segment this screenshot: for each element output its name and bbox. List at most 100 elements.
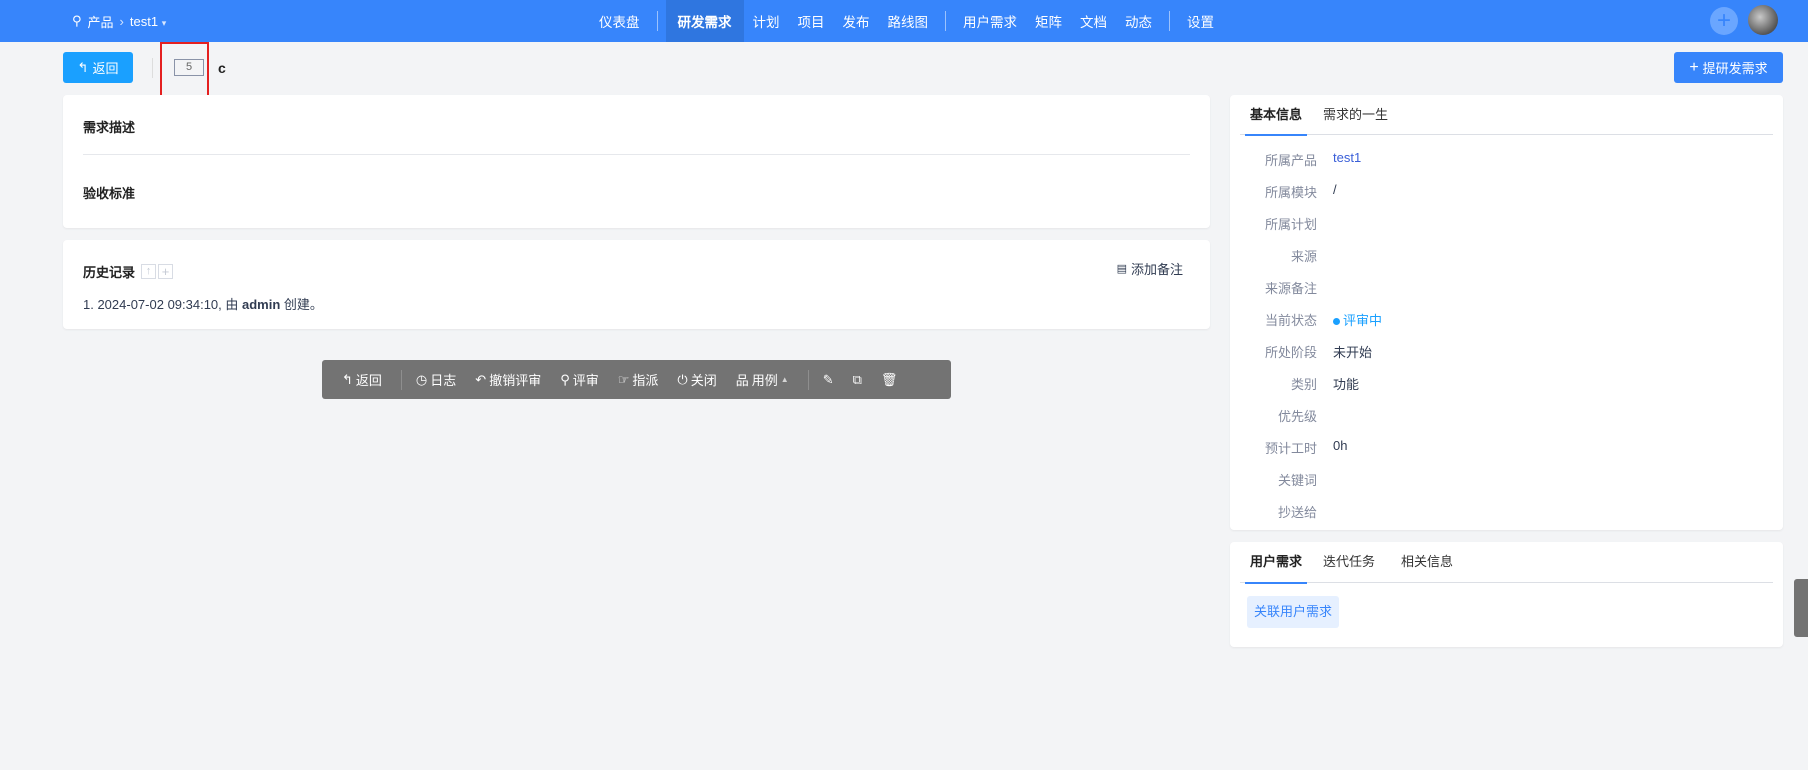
info-row: 预计工时 0h: [1230, 438, 1770, 458]
divider: [152, 58, 153, 78]
product-switcher[interactable]: test1 ▾: [130, 14, 166, 29]
tab-story-lifecycle[interactable]: 需求的一生: [1323, 95, 1388, 135]
undo-arrow-icon: ↰: [342, 371, 353, 387]
tab-user-requirements[interactable]: 用户需求: [1245, 542, 1308, 584]
nav-roadmap[interactable]: 路线图: [879, 0, 938, 42]
main-nav: 仪表盘 研发需求 计划 项目 发布 路线图 用户需求 矩阵 文档 动态 设置: [590, 0, 1223, 42]
undo-icon: ↶: [475, 371, 487, 387]
nav-dashboard[interactable]: 仪表盘: [590, 0, 649, 42]
sort-up-icon[interactable]: ↑: [141, 264, 157, 279]
create-story-button[interactable]: + 提研发需求: [1674, 52, 1783, 83]
info-label: 关键词: [1277, 473, 1317, 488]
info-value: 评审中: [1333, 310, 1382, 329]
nav-project[interactable]: 项目: [789, 0, 834, 42]
nav-divider: [656, 11, 658, 31]
action-toolbar: ↰ 返回 ◷ 日志 ↶ 撤销评审 ⚲ 评审 ☞ 指派 ⏻ 关闭 品用例 ▲ ✎ ⧉ 🗑: [322, 360, 951, 399]
edit-icon[interactable]: ✎: [823, 372, 834, 388]
nav-requirements[interactable]: 用户需求: [954, 0, 1026, 42]
nav-dynamics[interactable]: 动态: [1116, 0, 1161, 42]
info-label: 来源: [1290, 249, 1317, 264]
toolbar-review-button[interactable]: ⚲ 评审: [560, 370, 599, 389]
divider: [400, 369, 402, 390]
plus-icon: +: [1689, 58, 1699, 76]
info-row: 当前状态 评审中: [1230, 310, 1770, 330]
history-entry: 1. 2024-07-02 09:34:10, 由 admin 创建。: [83, 297, 323, 312]
top-navbar: ⚲ 产品 › test1 ▾ 仪表盘 研发需求 计划 项目 发布 路线图 用户需…: [0, 0, 1808, 42]
nav-divider: [945, 11, 946, 31]
info-label: 优先级: [1277, 409, 1317, 424]
toolbar-close-button[interactable]: ⏻ 关闭: [677, 370, 716, 389]
nav-release[interactable]: 发布: [834, 0, 879, 42]
breadcrumb: ⚲ 产品 › test1 ▾: [72, 0, 166, 42]
power-icon: ⏻: [677, 371, 688, 387]
history-card: 历史记录 ↑ + ▤ 添加备注 1. 2024-07-02 09:34:10, 由…: [63, 240, 1210, 329]
comment-icon: ▤: [1116, 263, 1127, 275]
hand-point-icon: ☞: [617, 371, 630, 387]
info-row: 类别 功能: [1230, 374, 1770, 394]
back-button[interactable]: ↰ 返回: [63, 52, 133, 83]
avatar[interactable]: [1748, 5, 1778, 35]
undo-arrow-icon: ↰: [77, 59, 89, 75]
sitemap-icon: 品: [735, 373, 749, 388]
history-heading: 历史记录: [83, 265, 136, 280]
description-card: 需求描述 验收标准: [63, 95, 1210, 228]
info-value: 功能: [1333, 377, 1360, 392]
info-label: 所处阶段: [1264, 345, 1317, 360]
nav-settings[interactable]: 设置: [1178, 0, 1223, 42]
info-row: 来源备注: [1230, 278, 1770, 298]
breadcrumb-product-root[interactable]: 产品: [88, 12, 114, 31]
info-row: 所属计划: [1230, 214, 1770, 234]
nav-docs[interactable]: 文档: [1071, 0, 1116, 42]
info-label: 所属模块: [1264, 185, 1317, 200]
story-title: c: [218, 60, 226, 76]
info-row: 优先级: [1230, 406, 1770, 426]
location-pin-icon: ⚲: [72, 13, 82, 28]
info-label: 抄送给: [1277, 505, 1317, 520]
acceptance-heading: 验收标准: [83, 186, 136, 201]
info-value[interactable]: test1: [1333, 150, 1361, 165]
scrollbar-thumb[interactable]: [1794, 579, 1808, 637]
delete-trash-icon[interactable]: 🗑: [881, 372, 898, 388]
info-label: 类别: [1290, 377, 1317, 392]
info-row: 所属模块 /: [1230, 182, 1770, 202]
nav-plan[interactable]: 计划: [744, 0, 789, 42]
description-heading: 需求描述: [83, 120, 136, 135]
info-row: 所处阶段 未开始: [1230, 342, 1770, 362]
toolbar-cases-dropdown[interactable]: 品用例 ▲: [736, 370, 789, 389]
info-label: 所属计划: [1264, 217, 1317, 232]
info-value: /: [1333, 182, 1337, 197]
tab-basic-info[interactable]: 基本信息: [1245, 95, 1308, 136]
info-label: 所属产品: [1264, 153, 1317, 168]
divider: [807, 369, 809, 390]
info-row: 关键词: [1230, 470, 1770, 490]
basic-info-card: 基本信息 需求的一生 所属产品 test1 所属模块 / 所属计划来源来源备注当前状态 评…: [1230, 95, 1783, 530]
info-value: 未开始: [1333, 345, 1373, 360]
info-row: 抄送给: [1230, 502, 1770, 522]
add-note-button[interactable]: ▤ 添加备注: [1117, 259, 1183, 278]
status-dot-icon: [1333, 318, 1340, 325]
nav-stories[interactable]: 研发需求: [665, 0, 744, 42]
divider: [83, 154, 1190, 155]
toolbar-revoke-review-button[interactable]: ↶ 撤销评审: [475, 370, 541, 389]
info-label: 来源备注: [1264, 281, 1317, 296]
tab-iteration-tasks[interactable]: 迭代任务: [1323, 542, 1375, 582]
tab-related-info[interactable]: 相关信息: [1401, 542, 1453, 582]
caret-down-icon: ▾: [161, 17, 167, 28]
quick-create-plus-icon[interactable]: +: [1710, 7, 1738, 35]
nav-matrix[interactable]: 矩阵: [1026, 0, 1071, 42]
toolbar-log-button[interactable]: ◷ 日志: [416, 370, 456, 389]
toolbar-assign-button[interactable]: ☞ 指派: [618, 370, 659, 389]
search-icon: ⚲: [560, 371, 570, 387]
clock-icon: ◷: [415, 371, 428, 387]
info-label: 当前状态: [1264, 313, 1317, 328]
copy-icon[interactable]: ⧉: [853, 372, 862, 388]
info-value: 0h: [1333, 438, 1348, 453]
toolbar-back-button[interactable]: ↰ 返回: [342, 370, 382, 389]
info-row: 所属产品 test1: [1230, 150, 1770, 170]
chevron-right-icon: ›: [119, 13, 124, 29]
nav-divider: [1169, 11, 1170, 31]
link-user-requirement-button[interactable]: 关联用户需求: [1247, 596, 1340, 628]
info-label: 预计工时: [1264, 441, 1317, 456]
info-row: 来源: [1230, 246, 1770, 266]
expand-plus-icon[interactable]: +: [158, 264, 174, 279]
